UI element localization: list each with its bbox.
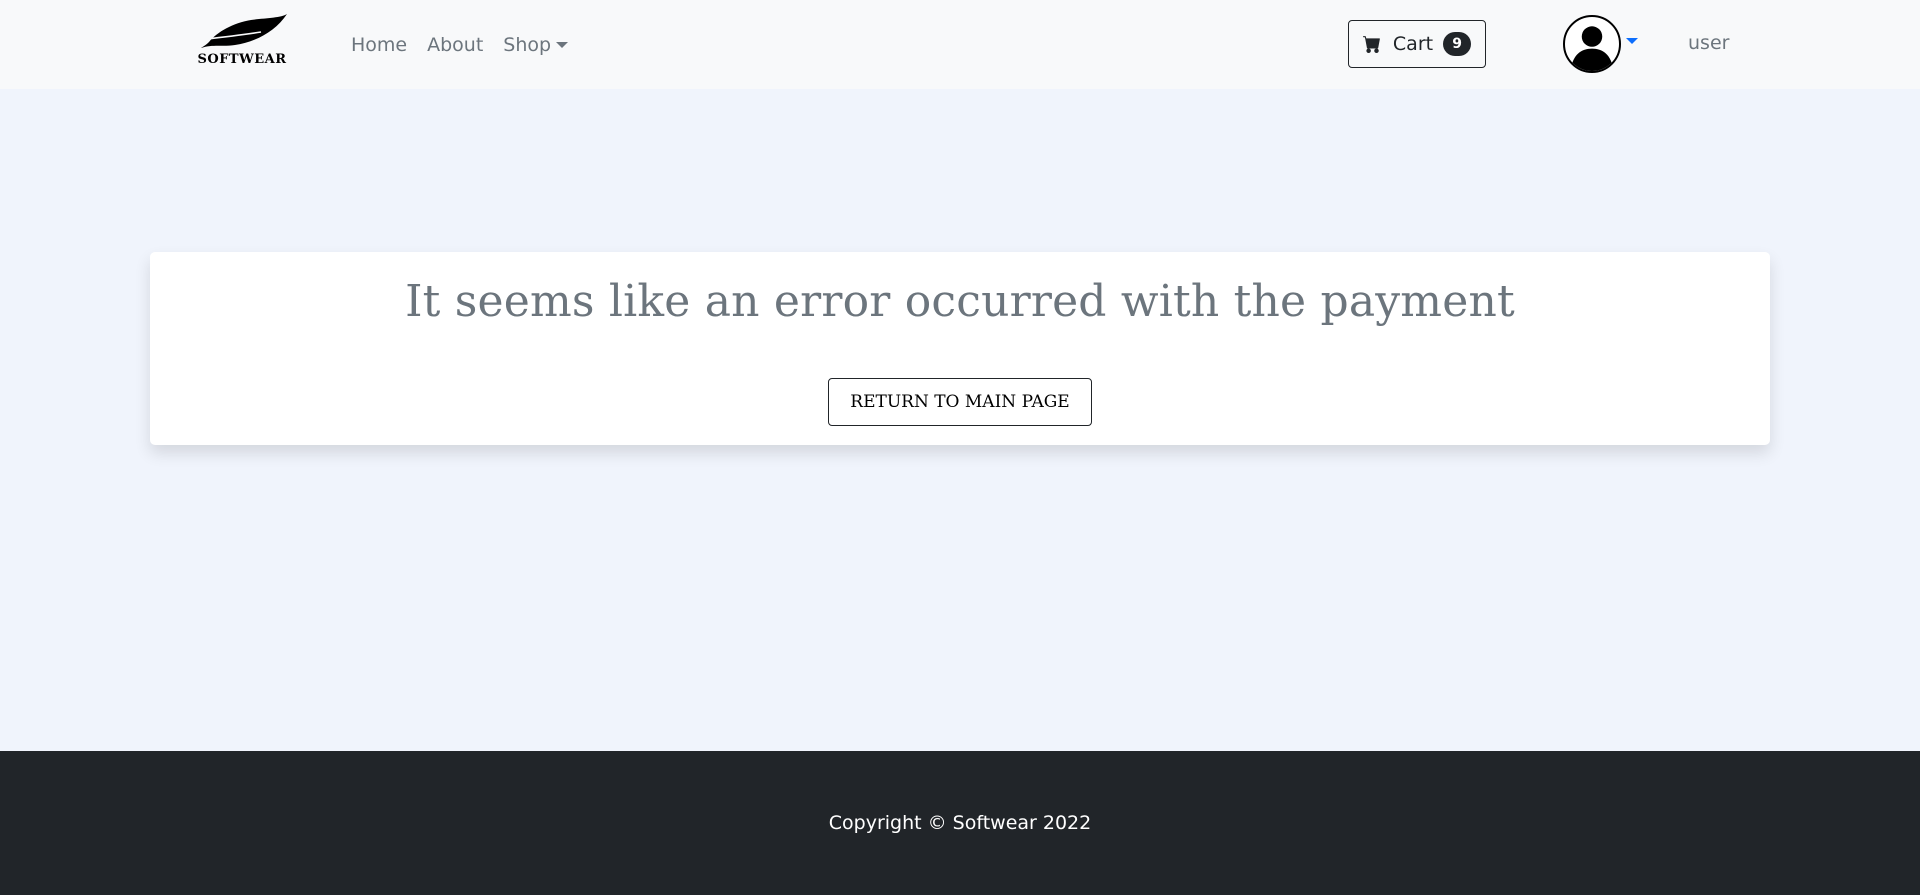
payment-error-card: It seems like an error occurred with the… xyxy=(150,252,1770,445)
brand-logo[interactable]: SOFTWEAR xyxy=(192,14,292,74)
return-to-main-button[interactable]: RETURN TO MAIN PAGE xyxy=(828,378,1092,426)
brand-name: SOFTWEAR xyxy=(197,52,287,67)
username: user xyxy=(1688,32,1730,54)
chevron-down-icon xyxy=(556,42,569,48)
error-message: It seems like an error occurred with the… xyxy=(405,276,1515,327)
nav-about-label: About xyxy=(427,34,484,56)
avatar[interactable] xyxy=(1563,15,1621,73)
cart-count-badge: 9 xyxy=(1443,32,1472,56)
copyright-text: Copyright © Softwear 2022 xyxy=(828,812,1092,834)
cart-label: Cart xyxy=(1392,33,1434,55)
user-menu-chevron-icon[interactable] xyxy=(1626,38,1638,44)
nav-home-link[interactable]: Home xyxy=(351,34,407,56)
main-nav: Home About Shop xyxy=(351,30,588,60)
cart-icon xyxy=(1362,36,1380,53)
nav-shop-dropdown[interactable]: Shop xyxy=(503,34,569,56)
nav-about-link[interactable]: About xyxy=(427,34,483,56)
nav-home-label: Home xyxy=(351,34,408,56)
cart-button[interactable]: Cart 9 xyxy=(1348,20,1486,68)
nav-shop-label: Shop xyxy=(503,34,552,56)
navbar: SOFTWEAR Home About Shop Cart 9 user xyxy=(0,0,1920,89)
feather-logo-icon xyxy=(196,14,287,48)
footer: Copyright © Softwear 2022 xyxy=(0,751,1920,895)
user-silhouette-icon xyxy=(1570,26,1614,71)
